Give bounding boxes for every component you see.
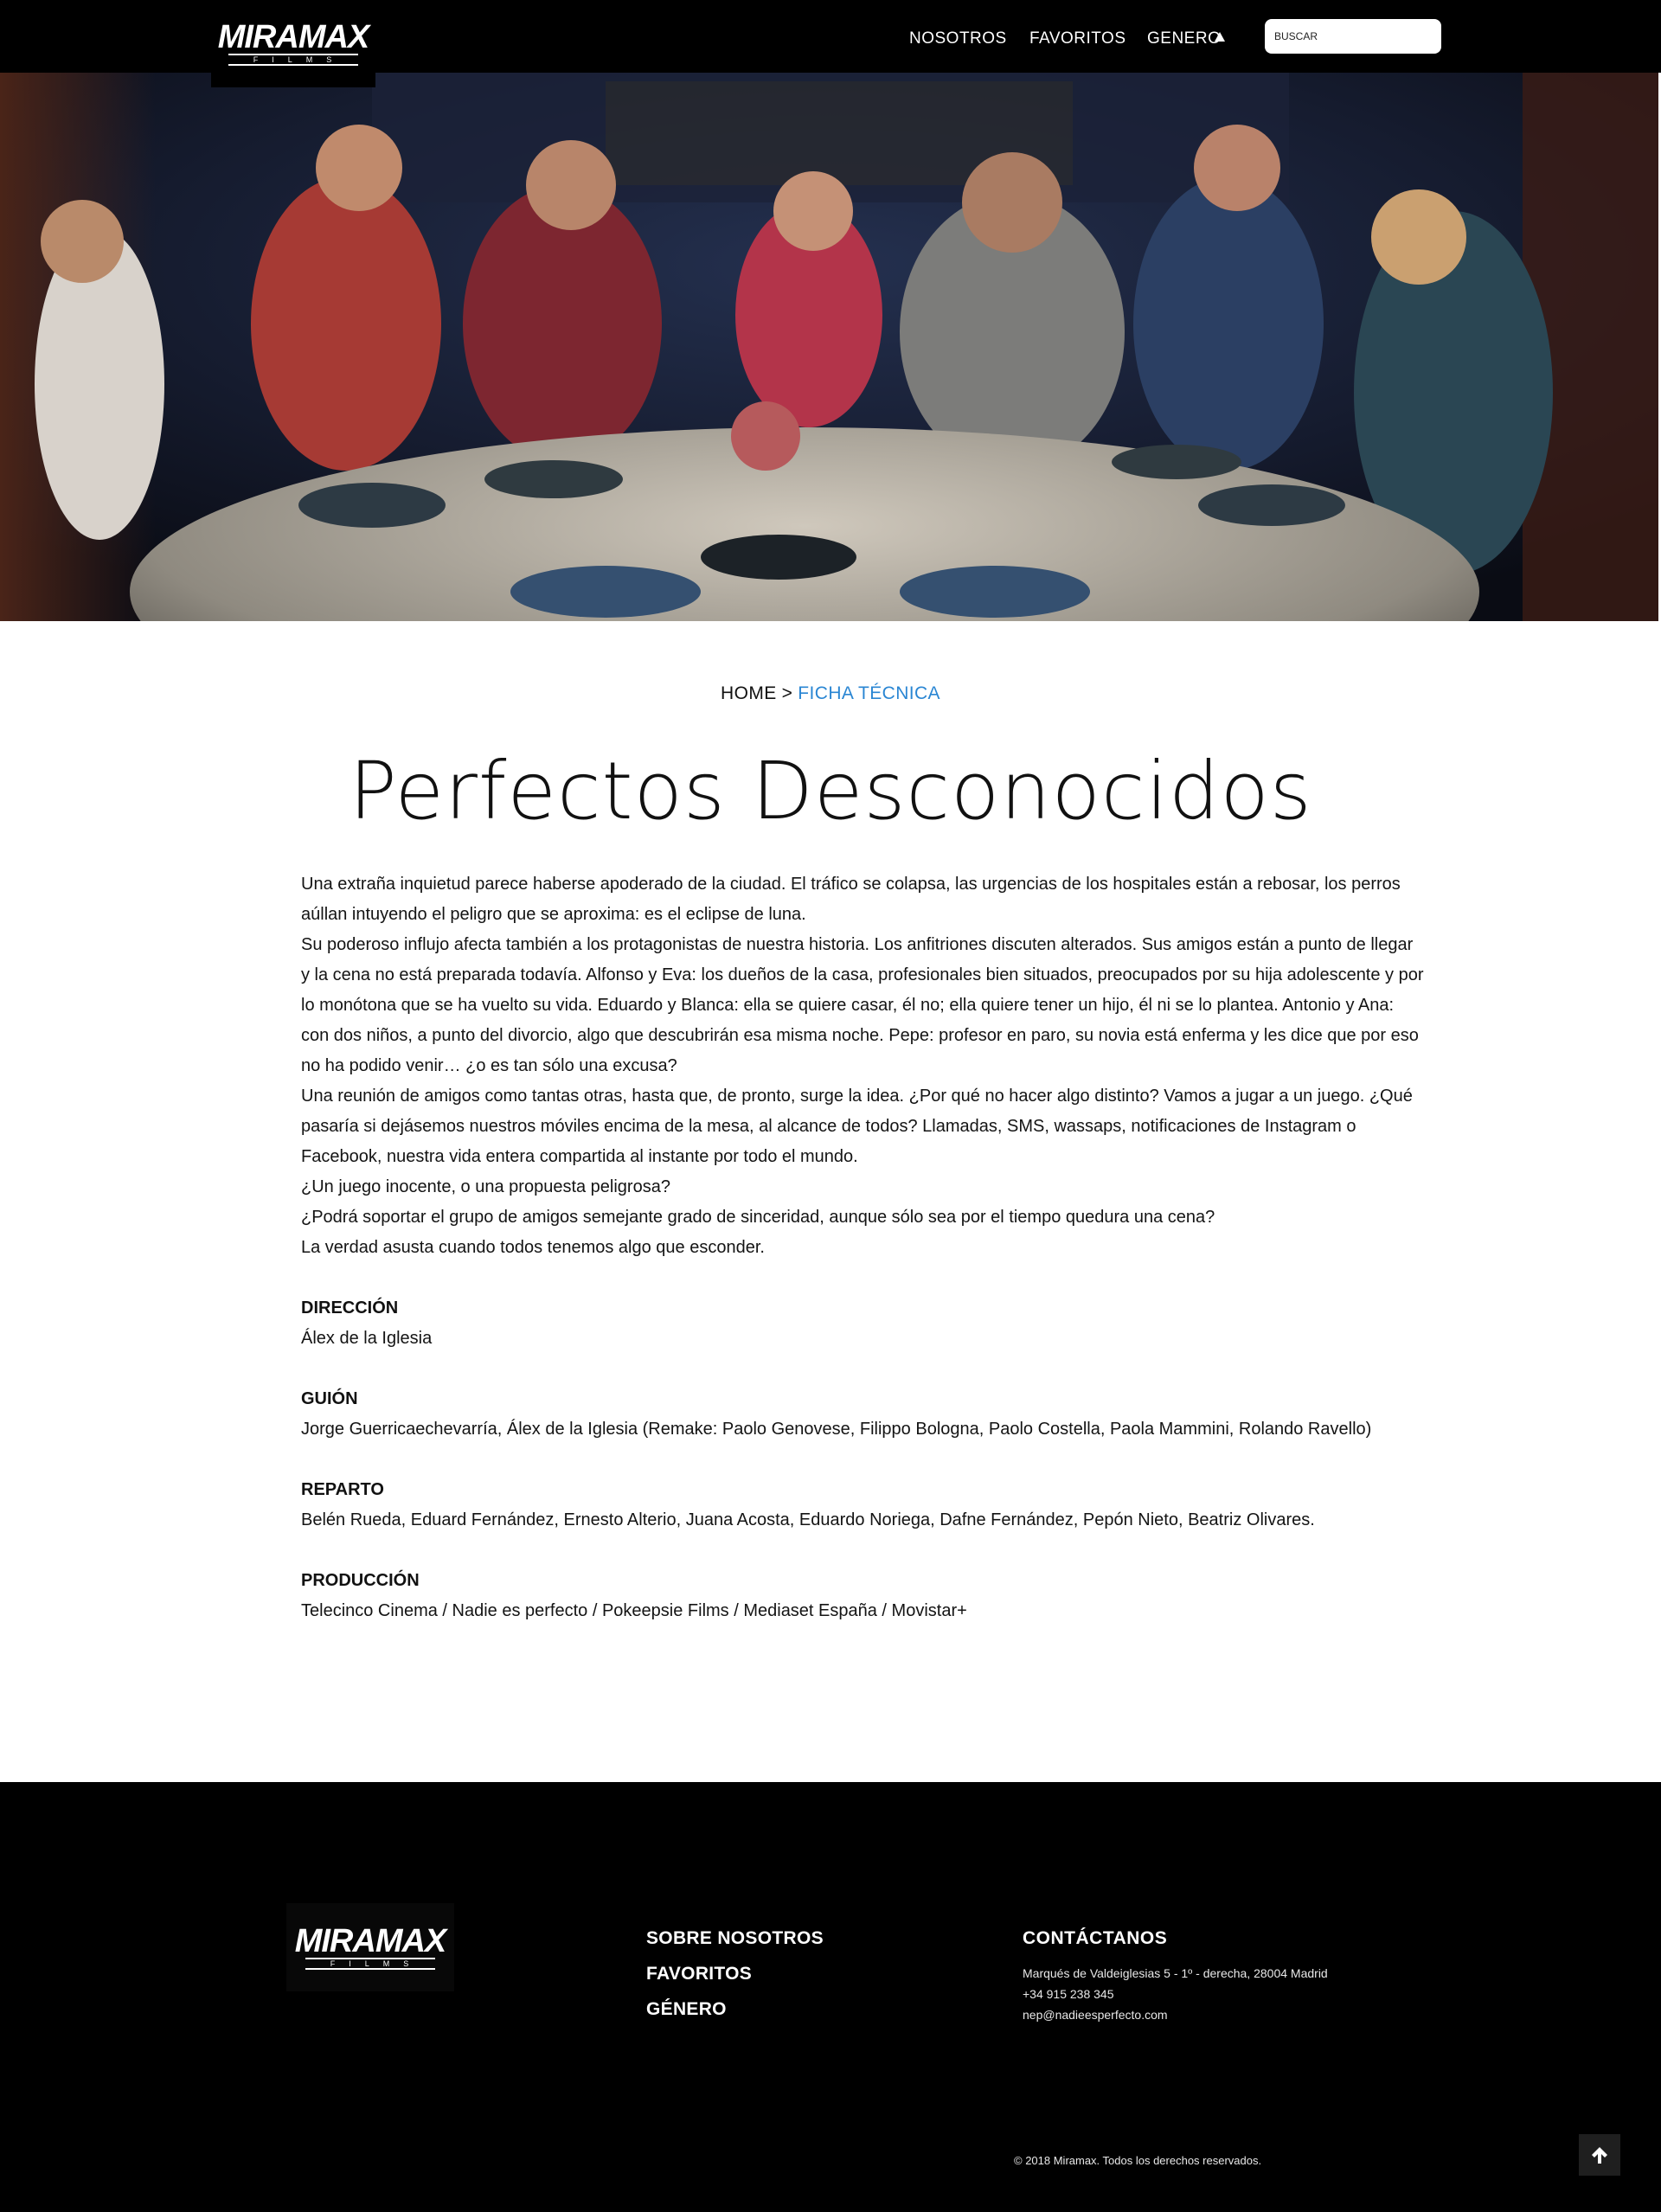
hero-image	[0, 73, 1658, 621]
genre-caret-icon[interactable]	[1215, 32, 1225, 42]
footer-links: SOBRE NOSOTROS FAVORITOS GÉNERO	[646, 1920, 824, 2027]
credit-label: GUIÓN	[301, 1389, 358, 1408]
synopsis-paragraph: ¿Un juego inocente, o una propuesta peli…	[301, 1177, 670, 1196]
contact-title: CONTÁCTANOS	[1023, 1928, 1168, 1948]
arrow-up-icon	[1592, 2147, 1607, 2164]
breadcrumb-current: FICHA TÉCNICA	[798, 683, 940, 703]
nav-favoritos[interactable]: FAVORITOS	[1029, 26, 1126, 52]
breadcrumb-separator: >	[781, 683, 793, 703]
synopsis-paragraph: La verdad asusta cuando todos tenemos al…	[301, 1238, 765, 1257]
page-title: Perfectos Desconocidos	[349, 745, 1312, 837]
contact-phone[interactable]: +34 915 238 345	[1023, 1984, 1328, 2004]
credit-direccion: DIRECCIÓN Álex de la Iglesia	[301, 1293, 1426, 1354]
credit-label: REPARTO	[301, 1480, 384, 1499]
search-input[interactable]	[1265, 19, 1441, 54]
synopsis-paragraph: Una extraña inquietud parece haberse apo…	[301, 875, 1401, 924]
site-footer: MIRAMAX FILMS SOBRE NOSOTROS FAVORITOS G…	[0, 1782, 1661, 2212]
contact-email[interactable]: nep@nadieesperfecto.com	[1023, 2004, 1328, 2025]
nav-genero[interactable]: GENERO	[1147, 26, 1221, 52]
site-header: MIRAMAX FILMS NOSOTROS FAVORITOS GENERO	[0, 0, 1661, 87]
logo-subtitle: FILMS	[228, 54, 358, 66]
credit-value: Jorge Guerricaechevarría, Álex de la Igl…	[301, 1420, 1372, 1439]
credit-guion: GUIÓN Jorge Guerricaechevarría, Álex de …	[301, 1384, 1426, 1445]
breadcrumb: HOME > FICHA TÉCNICA	[0, 683, 1661, 704]
logo-wordmark: MIRAMAX	[294, 1922, 447, 1959]
dinner-scene-illustration	[0, 73, 1658, 621]
copyright: © 2018 Miramax. Todos los derechos reser…	[1014, 2154, 1262, 2167]
footer-link-favoritos[interactable]: FAVORITOS	[646, 1956, 824, 1991]
credit-label: DIRECCIÓN	[301, 1298, 399, 1318]
contact-address: Marqués de Valdeiglesias 5 - 1º - derech…	[1023, 1966, 1328, 1980]
breadcrumb-home[interactable]: HOME	[721, 683, 777, 703]
back-to-top-button[interactable]	[1579, 2134, 1620, 2176]
credit-value: Belén Rueda, Eduard Fernández, Ernesto A…	[301, 1510, 1315, 1529]
credit-value: Álex de la Iglesia	[301, 1329, 433, 1348]
synopsis-paragraph: Una reunión de amigos como tantas otras,…	[301, 1087, 1413, 1166]
credit-value: Telecinco Cinema / Nadie es perfecto / P…	[301, 1601, 967, 1620]
logo-subtitle: FILMS	[305, 1957, 435, 1970]
synopsis-paragraph: ¿Podrá soportar el grupo de amigos semej…	[301, 1208, 1215, 1227]
contact-info: Marqués de Valdeiglesias 5 - 1º - derech…	[1023, 1963, 1328, 2025]
footer-contact: CONTÁCTANOS Marqués de Valdeiglesias 5 -…	[1023, 1920, 1328, 2025]
credit-produccion: PRODUCCIÓN Telecinco Cinema / Nadie es p…	[301, 1566, 1426, 1626]
footer-miramax-logo[interactable]: MIRAMAX FILMS	[286, 1903, 454, 1991]
synopsis-paragraph: Su poderoso influjo afecta también a los…	[301, 935, 1424, 1075]
footer-link-sobre-nosotros[interactable]: SOBRE NOSOTROS	[646, 1920, 824, 1956]
credit-label: PRODUCCIÓN	[301, 1571, 420, 1590]
footer-link-genero[interactable]: GÉNERO	[646, 1991, 824, 2027]
nav-nosotros[interactable]: NOSOTROS	[909, 26, 1007, 52]
film-details: Una extraña inquietud parece haberse apo…	[301, 869, 1426, 1626]
credit-reparto: REPARTO Belén Rueda, Eduard Fernández, E…	[301, 1475, 1426, 1536]
